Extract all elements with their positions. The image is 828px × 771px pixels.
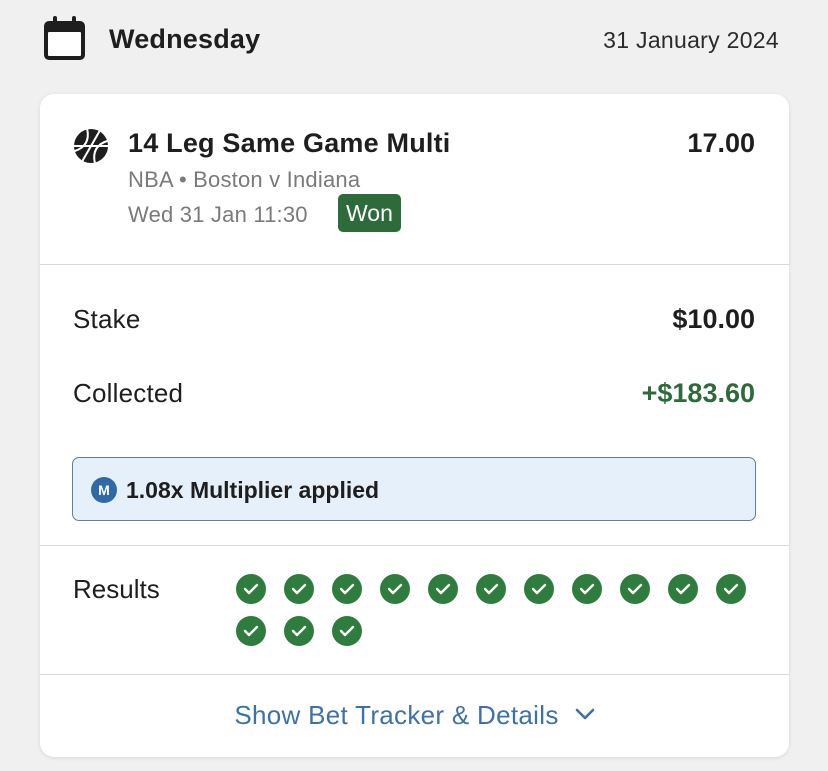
day-header: Wednesday 31 January 2024 xyxy=(0,0,828,80)
result-check-icon xyxy=(524,574,554,604)
result-check-icon xyxy=(620,574,650,604)
status-badge: Won xyxy=(338,194,401,232)
bet-event: NBA • Boston v Indiana xyxy=(128,167,360,193)
stake-value: $10.00 xyxy=(672,304,755,334)
result-check-icon xyxy=(236,616,266,646)
result-check-icon xyxy=(716,574,746,604)
bet-time: Wed 31 Jan 11:30 xyxy=(128,202,308,227)
result-check-icon xyxy=(284,616,314,646)
multiplier-banner: M 1.08x Multiplier applied xyxy=(72,457,756,521)
result-check-icon xyxy=(236,574,266,604)
multiplier-text: 1.08x Multiplier applied xyxy=(126,477,380,503)
result-check-icon xyxy=(476,574,506,604)
show-bet-tracker-label: Show Bet Tracker & Details xyxy=(234,700,559,730)
chevron-down-icon xyxy=(575,708,594,720)
basketball-icon xyxy=(73,128,109,164)
bet-card: 14 Leg Same Game Multi 17.00 NBA • Bosto… xyxy=(40,94,789,757)
bet-competition: NBA xyxy=(128,167,173,192)
divider xyxy=(40,674,789,675)
show-bet-tracker-link[interactable]: Show Bet Tracker & Details xyxy=(40,700,789,731)
result-check-icon xyxy=(332,574,362,604)
bet-odds: 17.00 xyxy=(687,128,755,158)
result-check-icon xyxy=(668,574,698,604)
result-check-icon xyxy=(380,574,410,604)
result-check-icon xyxy=(572,574,602,604)
bet-match: Boston v Indiana xyxy=(193,167,361,192)
bet-title: 14 Leg Same Game Multi xyxy=(128,128,451,158)
collected-label: Collected xyxy=(73,378,184,408)
bet-separator: • xyxy=(178,167,187,192)
stake-label: Stake xyxy=(73,304,141,334)
multiplier-icon-letter: M xyxy=(98,482,110,498)
result-check-icon xyxy=(428,574,458,604)
divider xyxy=(40,545,789,546)
day-date: 31 January 2024 xyxy=(603,27,779,53)
result-check-icon xyxy=(284,574,314,604)
day-title: Wednesday xyxy=(109,24,261,54)
divider xyxy=(40,264,789,265)
calendar-icon xyxy=(44,16,85,60)
collected-value: +$183.60 xyxy=(641,378,755,408)
multiplier-icon: M xyxy=(91,477,117,503)
result-check-icon xyxy=(332,616,362,646)
results-grid xyxy=(236,574,766,646)
results-label: Results xyxy=(73,574,160,604)
